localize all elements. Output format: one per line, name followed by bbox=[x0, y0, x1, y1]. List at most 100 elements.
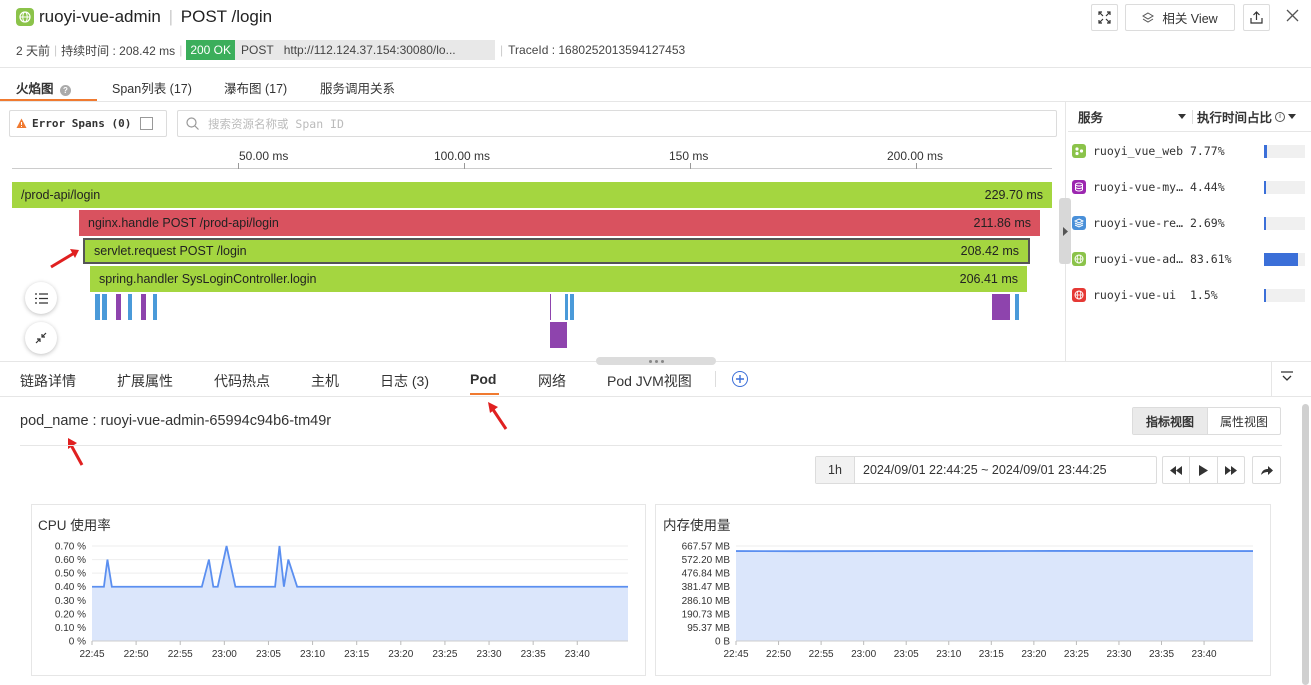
x-tick-label: 23:15 bbox=[344, 649, 369, 660]
play-button[interactable] bbox=[1190, 457, 1218, 483]
span-bar-spring[interactable]: spring.handler SysLoginController.login 2… bbox=[90, 266, 1027, 292]
view-toggle: 指标视图 属性视图 bbox=[1132, 407, 1281, 435]
ruler-tick: 50.00 ms bbox=[239, 149, 289, 163]
child-span[interactable] bbox=[550, 322, 567, 348]
collapse-panel-button[interactable] bbox=[1280, 370, 1294, 387]
cpu-chart: 0.70 % 0.60 % 0.50 % 0.40 % 0.30 % 0.20 % 0.10… bbox=[55, 542, 628, 660]
x-tick-label: 22:45 bbox=[79, 649, 104, 660]
span-bar-servlet[interactable]: servlet.request POST /login 208.42 ms bbox=[83, 238, 1030, 264]
tab-waterfall[interactable]: 瀑布图 (17) bbox=[224, 78, 287, 97]
pod-name: pod_name : ruoyi-vue-admin-65994c94b6-tm… bbox=[20, 413, 332, 429]
list-toggle-button[interactable] bbox=[25, 282, 57, 314]
child-span[interactable] bbox=[153, 294, 157, 320]
memory-chart-card: 内存使用量 667.57 MB 572.20 MB 476.84 MB 381.47 … bbox=[655, 504, 1271, 676]
series-line bbox=[92, 545, 628, 588]
child-span[interactable] bbox=[141, 294, 146, 320]
attr-view-button[interactable]: 属性视图 bbox=[1208, 408, 1280, 434]
tab-trace-detail[interactable]: 链路详情 bbox=[20, 371, 76, 391]
search-placeholder: 搜索资源名称或 Span ID bbox=[208, 116, 344, 131]
arrow-annotation bbox=[488, 402, 508, 430]
span-bar-root[interactable]: /prod-api/login 229.70 ms bbox=[12, 182, 1052, 208]
span-bar-nginx[interactable]: nginx.handle POST /prod-api/login 211.86 … bbox=[79, 210, 1040, 236]
tab-active-underline bbox=[470, 393, 499, 395]
metric-view-button[interactable]: 指标视图 bbox=[1133, 408, 1208, 434]
time-range-picker[interactable]: 1h 2024/09/01 22:44:25 ~ 2024/09/01 23:4… bbox=[815, 456, 1157, 484]
rewind-button[interactable] bbox=[1163, 457, 1191, 483]
ruler-tick: 100.00 ms bbox=[434, 149, 491, 163]
service-percent: 2.69% bbox=[1190, 216, 1225, 230]
range-text: 2024/09/01 22:44:25 ~ 2024/09/01 23:44:2… bbox=[863, 463, 1107, 477]
child-span[interactable] bbox=[102, 294, 107, 320]
globe-icon bbox=[1072, 288, 1086, 302]
collapse-button[interactable] bbox=[25, 322, 57, 354]
service-row[interactable]: ruoyi-vue-re… 2.69% bbox=[1068, 205, 1311, 241]
resize-handle[interactable] bbox=[596, 357, 716, 365]
jump-button[interactable] bbox=[1252, 456, 1281, 484]
x-tick-label: 23:10 bbox=[936, 649, 961, 660]
tab-logs[interactable]: 日志 (3) bbox=[380, 371, 429, 391]
x-tick-label: 23:40 bbox=[565, 649, 590, 660]
tab-host[interactable]: 主机 bbox=[311, 371, 339, 391]
child-span[interactable] bbox=[565, 294, 568, 320]
service-row[interactable]: ruoyi-vue-my… 4.44% bbox=[1068, 169, 1311, 205]
tab-flame-graph[interactable]: 火焰图 ? bbox=[16, 78, 71, 97]
share-button[interactable] bbox=[1243, 4, 1270, 31]
child-span[interactable] bbox=[1015, 294, 1019, 320]
x-tick-label: 23:05 bbox=[256, 649, 281, 660]
service-percent: 1.5% bbox=[1190, 288, 1218, 302]
fast-forward-button[interactable] bbox=[1218, 457, 1244, 483]
info-icon: i bbox=[1275, 111, 1286, 122]
fullscreen-button[interactable] bbox=[1091, 4, 1118, 31]
scrollbar[interactable] bbox=[1302, 404, 1309, 685]
rewind-icon bbox=[1170, 465, 1183, 475]
service-row[interactable]: ruoyi-vue-ui 1.5% bbox=[1068, 277, 1311, 313]
service-ratio-bar bbox=[1264, 252, 1305, 266]
tab-span-list[interactable]: Span列表 (17) bbox=[112, 78, 192, 97]
x-tick-label: 22:55 bbox=[168, 649, 193, 660]
tab-service-calls[interactable]: 服务调用关系 bbox=[320, 78, 395, 97]
time-ago: 2 天前 bbox=[16, 43, 51, 58]
tab-code-hotspot[interactable]: 代码热点 bbox=[214, 371, 270, 391]
service-row[interactable]: ruoyi-vue-ad… 83.61% bbox=[1068, 241, 1311, 277]
layers-icon bbox=[1142, 11, 1155, 23]
meta-row: 2 天前 | 持续时间 : 208.42 ms | 200 OK POST ht… bbox=[16, 40, 685, 60]
tab-pod[interactable]: Pod bbox=[470, 371, 496, 387]
span-search-input[interactable]: 搜索资源名称或 Span ID bbox=[177, 110, 1057, 137]
y-tick-label: 95.37 MB bbox=[687, 623, 730, 634]
list-icon bbox=[34, 292, 48, 304]
child-span[interactable] bbox=[116, 294, 121, 320]
service-ratio-bar bbox=[1264, 288, 1305, 302]
tab-network[interactable]: 网络 bbox=[538, 371, 566, 391]
child-span[interactable] bbox=[992, 294, 1010, 320]
search-icon bbox=[186, 117, 199, 130]
error-spans-checkbox[interactable] bbox=[140, 117, 154, 130]
x-tick-label: 23:00 bbox=[212, 649, 237, 660]
memory-chart: 667.57 MB 572.20 MB 476.84 MB 381.47 MB 286.… bbox=[682, 542, 1253, 660]
tab-extended-attrs[interactable]: 扩展属性 bbox=[117, 371, 173, 391]
x-tick-label: 22:50 bbox=[124, 649, 149, 660]
service-column-header[interactable]: 服务 bbox=[1078, 107, 1186, 126]
x-tick-label: 23:20 bbox=[388, 649, 413, 660]
error-spans-filter[interactable]: Error Spans (0) bbox=[9, 110, 167, 137]
globe-icon bbox=[1072, 252, 1086, 266]
services-header: 服务 执行时间占比 i bbox=[1068, 102, 1311, 132]
share-arrow-icon bbox=[1261, 465, 1273, 475]
series-area bbox=[92, 546, 628, 641]
service-name: ruoyi_vue_web bbox=[1093, 144, 1184, 158]
service-row[interactable]: ruoyi_vue_web 7.77% bbox=[1068, 133, 1311, 169]
arrow-annotation bbox=[50, 249, 79, 269]
x-tick-label: 23:25 bbox=[432, 649, 457, 660]
service-logo-icon bbox=[16, 8, 34, 26]
range-preset-button[interactable]: 1h bbox=[816, 457, 855, 483]
y-tick-label: 476.84 MB bbox=[682, 569, 731, 580]
child-span[interactable] bbox=[95, 294, 100, 320]
child-span[interactable] bbox=[570, 294, 574, 320]
tab-pod-jvm[interactable]: Pod JVM视图 bbox=[607, 371, 692, 391]
ratio-column-header[interactable]: 执行时间占比 i bbox=[1197, 107, 1297, 126]
close-icon[interactable] bbox=[1286, 9, 1299, 25]
child-span[interactable] bbox=[128, 294, 132, 320]
add-tab-button[interactable] bbox=[732, 371, 748, 387]
x-tick-label: 23:25 bbox=[1064, 649, 1089, 660]
child-span[interactable] bbox=[550, 294, 551, 320]
related-view-button[interactable]: 相关 View bbox=[1125, 4, 1235, 31]
